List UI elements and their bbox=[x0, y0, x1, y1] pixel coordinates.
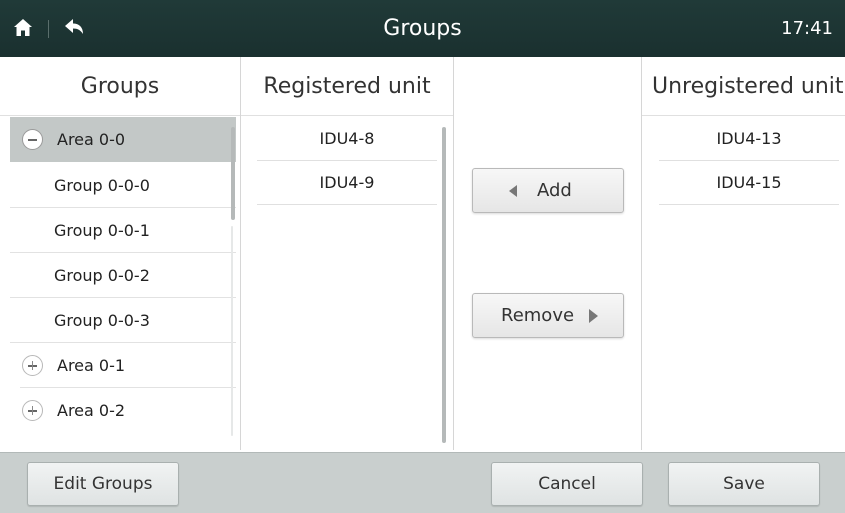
remove-button-label: Remove bbox=[501, 305, 575, 326]
tree-item-area-0-2[interactable]: Area 0-2 bbox=[10, 388, 236, 433]
collapse-icon[interactable] bbox=[22, 129, 43, 150]
remove-button[interactable]: Remove bbox=[472, 293, 624, 338]
groups-scrollbar[interactable] bbox=[231, 127, 235, 220]
arrow-right-icon bbox=[589, 309, 598, 323]
edit-groups-button[interactable]: Edit Groups bbox=[27, 462, 179, 506]
add-button-label: Add bbox=[537, 180, 572, 201]
unregistered-unit-row[interactable]: IDU4-13 bbox=[659, 117, 839, 161]
page-title: Groups bbox=[383, 16, 462, 41]
tree-item-area-0-1[interactable]: Area 0-1 bbox=[10, 343, 236, 388]
tree-item-label: Area 0-2 bbox=[57, 401, 126, 420]
tree-item-label: Group 0-0-1 bbox=[54, 221, 150, 240]
expand-icon[interactable] bbox=[22, 400, 43, 421]
unregistered-unit-column-header: Unregistered unit bbox=[642, 57, 845, 116]
cancel-button[interactable]: Cancel bbox=[491, 462, 643, 506]
tree-item-group-0-0-0[interactable]: Group 0-0-0 bbox=[10, 163, 236, 208]
tree-item-area-0-0[interactable]: Area 0-0 bbox=[10, 117, 236, 162]
column-divider bbox=[240, 57, 241, 450]
add-button[interactable]: Add bbox=[472, 168, 624, 213]
footer-bar: Edit Groups Cancel Save bbox=[0, 452, 845, 513]
registered-unit-row[interactable]: IDU4-8 bbox=[257, 117, 437, 161]
column-divider bbox=[641, 57, 642, 450]
tree-item-group-0-0-3[interactable]: Group 0-0-3 bbox=[10, 298, 236, 343]
title-bar: Groups 17:41 bbox=[0, 0, 845, 57]
registered-scrollbar[interactable] bbox=[442, 127, 446, 443]
registered-unit-row[interactable]: IDU4-9 bbox=[257, 161, 437, 205]
tree-item-label: Group 0-0-2 bbox=[54, 266, 150, 285]
registered-unit-column-header: Registered unit bbox=[241, 57, 453, 116]
tree-item-label: Group 0-0-0 bbox=[54, 176, 150, 195]
groups-scroll-track bbox=[231, 226, 233, 436]
column-divider bbox=[453, 57, 454, 450]
actions-column-header bbox=[454, 57, 641, 116]
expand-icon[interactable] bbox=[22, 355, 43, 376]
arrow-left-icon bbox=[509, 185, 517, 197]
tree-item-group-0-0-2[interactable]: Group 0-0-2 bbox=[10, 253, 236, 298]
tree-item-label: Group 0-0-3 bbox=[54, 311, 150, 330]
tree-item-label: Area 0-0 bbox=[57, 130, 126, 149]
unregistered-unit-row[interactable]: IDU4-15 bbox=[659, 161, 839, 205]
save-button[interactable]: Save bbox=[668, 462, 820, 506]
groups-column-header: Groups bbox=[0, 57, 240, 116]
clock-time: 17:41 bbox=[781, 18, 833, 39]
groups-tree-list: Area 0-0 Group 0-0-0 Group 0-0-1 Group 0… bbox=[10, 117, 240, 437]
tree-item-label: Area 0-1 bbox=[57, 356, 126, 375]
tree-item-group-0-0-1[interactable]: Group 0-0-1 bbox=[10, 208, 236, 253]
